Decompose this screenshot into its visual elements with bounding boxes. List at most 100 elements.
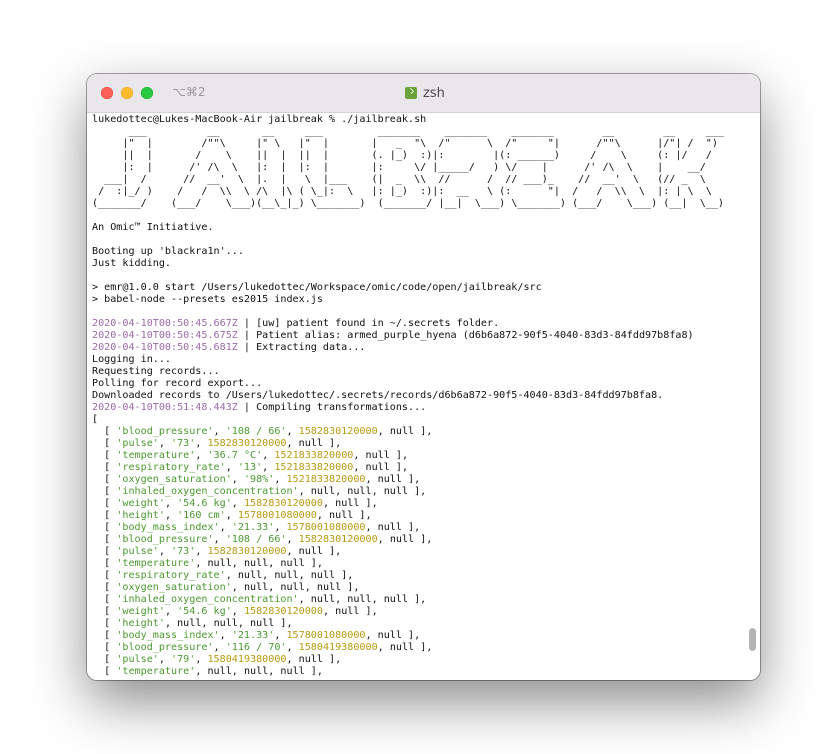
record-timestamp: 1582830120000 [243,498,323,509]
record-field: 'blood_pressure' [116,642,214,653]
log-message: | [uw] patient found in ~/.secrets folde… [237,318,500,329]
minimize-button[interactable] [121,87,133,99]
record-value: null [207,666,232,677]
record-row: [ 'inhaled_oxygen_concentration', null, … [92,486,427,497]
record-row: [ 'respiratory_rate', '13', 152183382000… [92,462,409,473]
record-row: [ 'pulse', '73', 1582830120000, null ], [92,438,342,449]
record-row: [ 'body_mass_index', '21.33', 1578001080… [92,522,421,533]
record-row: [ 'body_mass_index', '21.33', 1578001080… [92,630,421,641]
record-value: null [177,618,202,629]
status-line: Polling for record export... [92,378,263,389]
record-value: '98%' [243,474,275,485]
terminal-lines: lukedottec@Lukes-MacBook-Air jailbreak %… [92,114,724,678]
record-extra: null [280,558,305,569]
record-value: null [243,582,269,593]
window-title: zsh [423,85,445,101]
log-timestamp: 2020-04-10T00:51:48.443Z [92,402,238,413]
record-timestamp: 1582830120000 [298,534,378,545]
record-extra: null [335,606,360,617]
record-value: '21.33' [231,522,275,533]
record-value: '54.6 kg' [177,606,232,617]
record-extra: null [335,498,360,509]
record-field: 'temperature' [116,666,196,677]
record-extra: null [389,426,415,437]
record-value: '13' [237,462,263,473]
record-field: 'oxygen_saturation' [116,474,232,485]
scrollbar-thumb[interactable] [749,628,756,651]
log-message: | Extracting data... [237,342,366,353]
record-extra: null [310,570,336,581]
record-timestamp: 1521833820000 [274,450,354,461]
record-timestamp: null [243,666,269,677]
records-list: [ 'blood_pressure', '108 / 66', 15828301… [92,426,724,678]
record-timestamp: 1582830120000 [207,546,287,557]
log-timestamp: 2020-04-10T00:50:45.681Z [92,342,238,353]
record-timestamp: 1578001080000 [237,510,317,521]
record-timestamp: 1580419380000 [298,642,378,653]
status-line: Downloaded records to /Users/lukedottec/… [92,390,664,401]
record-extra: null [383,486,409,497]
title-bar[interactable]: ⌥⌘2 zsh [87,74,760,113]
record-extra: null [250,618,275,629]
record-field: 'pulse' [116,438,159,449]
record-timestamp: null [280,582,305,593]
status-line: Logging in... [92,354,172,365]
zoom-button[interactable] [141,87,153,99]
record-field: 'weight' [116,498,165,509]
record-timestamp: 1582830120000 [298,426,378,437]
prompt-line: lukedottec@Lukes-MacBook-Air jailbreak %… [92,114,427,125]
record-timestamp: 1521833820000 [286,474,366,485]
log-timestamp: 2020-04-10T00:50:45.675Z [92,330,238,341]
record-row: [ 'temperature', null, null, null ], [92,558,323,569]
record-row: [ 'weight', '54.6 kg', 1582830120000, nu… [92,498,378,509]
banner-line: |" | /""\ |" \ |" | | _ "\ /" \ /" "| /"… [92,138,718,149]
record-value: null [207,558,232,569]
banner-line: (_______/ (___/ \___)(__\_|_) \_______) … [92,198,725,209]
record-extra: null [383,594,409,605]
record-field: 'temperature' [116,558,196,569]
log-message: | Patient alias: armed_purple_hyena (d6b… [237,330,694,341]
record-field: 'respiratory_rate' [116,570,226,581]
record-row: [ 'blood_pressure', '108 / 66', 15828301… [92,426,433,437]
close-button[interactable] [101,87,113,99]
record-field: 'blood_pressure' [116,534,214,545]
status-line: Requesting records... [92,366,220,377]
log-message: | Compiling transformations... [237,402,427,413]
record-row: [ 'respiratory_rate', null, null, null ]… [92,570,354,581]
record-field: 'blood_pressure' [116,426,214,437]
record-value: '108 / 66' [225,426,287,437]
record-row: [ 'height', '160 cm', 1578001080000, nul… [92,510,372,521]
record-row: [ 'blood_pressure', '108 / 66', 15828301… [92,534,433,545]
record-timestamp: null [274,570,299,581]
record-row: [ 'temperature', null, null, null ], [92,666,323,677]
record-timestamp: null [347,594,372,605]
record-extra: null [377,522,402,533]
record-extra: null [280,666,305,677]
record-extra: null [316,582,342,593]
record-extra: null [298,654,323,665]
record-field: 'pulse' [116,654,159,665]
record-extra: null [365,462,390,473]
record-extra: null [298,438,323,449]
booting-line: Booting up 'blackra1n'... [92,246,244,257]
record-timestamp: 1580419380000 [207,654,287,665]
record-timestamp: 1582830120000 [243,606,323,617]
record-timestamp: null [213,618,238,629]
terminal-output[interactable]: lukedottec@Lukes-MacBook-Air jailbreak %… [87,113,760,680]
record-value: '21.33' [231,630,275,641]
record-value: '108 / 66' [225,534,287,545]
record-extra: null [377,630,402,641]
record-extra: null [389,534,415,545]
record-row: [ 'oxygen_saturation', null, null, null … [92,582,360,593]
record-timestamp: 1578001080000 [286,630,366,641]
record-row: [ 'inhaled_oxygen_concentration', null, … [92,594,427,605]
record-field: 'body_mass_index' [116,522,220,533]
record-field: 'inhaled_oxygen_concentration' [116,594,299,605]
record-value: '36.7 °C' [207,450,263,461]
initiative-line: An Omic™ Initiative. [92,222,214,233]
npm-command-line: > babel-node --presets es2015 index.js [92,294,323,305]
